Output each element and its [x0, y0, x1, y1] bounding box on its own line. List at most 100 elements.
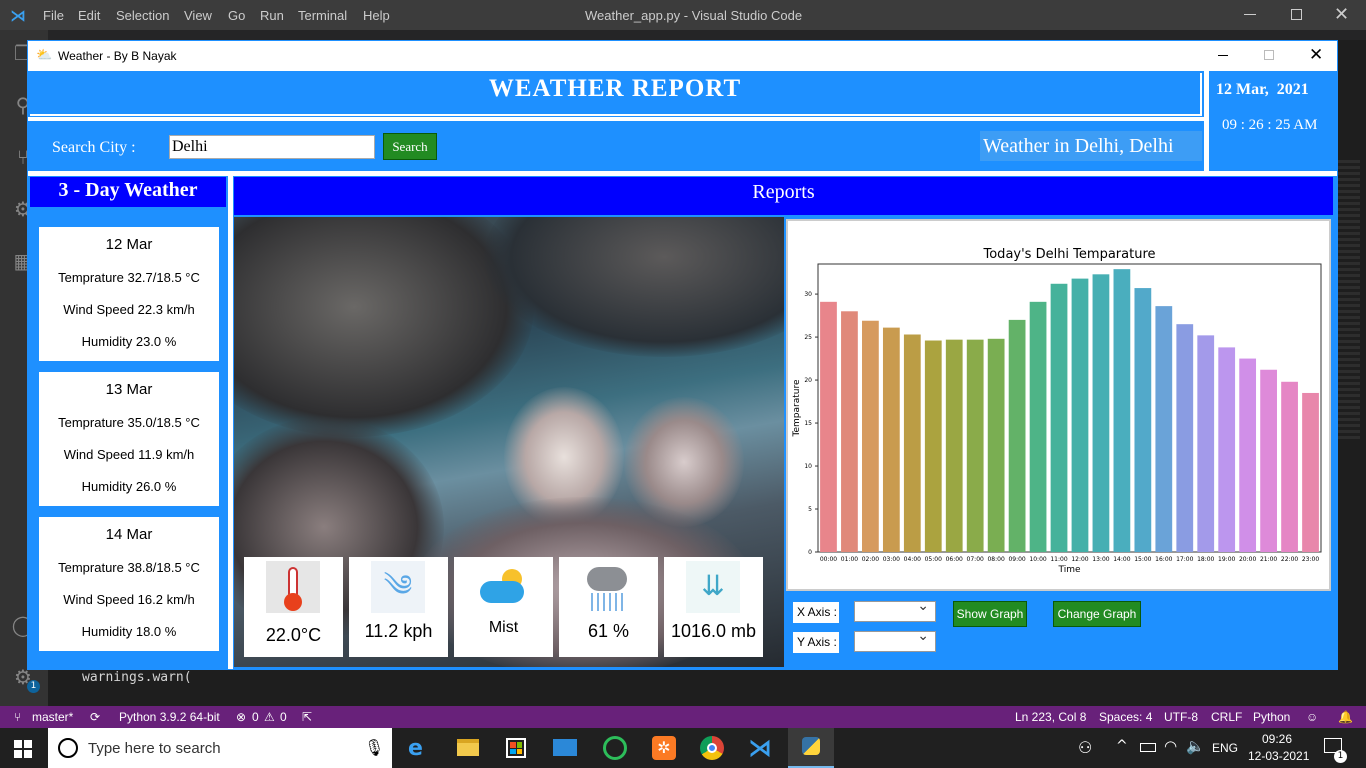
- chart-bar: [1302, 392, 1319, 552]
- search-city-label: Search City :: [52, 139, 136, 156]
- show-graph-button[interactable]: Show Graph: [953, 601, 1027, 627]
- menu-help[interactable]: Help: [363, 8, 390, 23]
- xampp-icon[interactable]: ✲: [652, 736, 676, 760]
- accounts-badge: 1: [27, 680, 40, 693]
- wind-card: ༄ 11.2 kph: [349, 557, 448, 657]
- y-tick-label: 10: [804, 463, 812, 470]
- search-button[interactable]: Search: [383, 133, 437, 160]
- forecast-temp: Temprature 35.0/18.5 °C: [58, 415, 200, 430]
- app-close-icon[interactable]: ✕: [1309, 45, 1323, 65]
- mail-icon[interactable]: [553, 739, 577, 756]
- restore-icon[interactable]: [1291, 9, 1302, 20]
- x-tick-label: 03:00: [883, 556, 900, 563]
- minimap: [1338, 160, 1360, 440]
- error-count[interactable]: 0: [252, 710, 259, 724]
- chart-bar: [1008, 319, 1026, 552]
- search-city-input[interactable]: [169, 135, 375, 159]
- line-ending[interactable]: CRLF: [1211, 710, 1242, 724]
- file-explorer-icon[interactable]: [457, 739, 479, 756]
- chart-bar: [987, 338, 1005, 552]
- chart-bar: [1218, 347, 1236, 552]
- change-graph-button[interactable]: Change Graph: [1053, 601, 1141, 627]
- windows-start-icon[interactable]: [14, 740, 32, 758]
- encoding[interactable]: UTF-8: [1164, 710, 1198, 724]
- chart-bar: [862, 320, 879, 552]
- bell-icon[interactable]: 🔔: [1338, 710, 1353, 724]
- taskbar-search-box[interactable]: Type here to search 🎙: [48, 728, 392, 768]
- warning-count[interactable]: 0: [280, 710, 287, 724]
- menu-selection[interactable]: Selection: [116, 8, 169, 23]
- windows-taskbar: Type here to search 🎙 e ✲ ⋊ ⚇ ^ ◠ 🔈 ENG …: [0, 728, 1366, 768]
- chart-bar: [1029, 301, 1047, 552]
- x-tick-label: 01:00: [841, 556, 858, 563]
- x-tick-label: 23:00: [1302, 556, 1319, 563]
- x-tick-label: 20:00: [1239, 556, 1256, 563]
- x-tick-label: 09:00: [1008, 556, 1025, 563]
- chart-bar: [966, 339, 984, 552]
- battery-icon[interactable]: [1140, 743, 1156, 752]
- warning-icon[interactable]: ⚠: [264, 710, 275, 724]
- chart-bar: [1134, 288, 1152, 552]
- vscode-taskbar-icon[interactable]: ⋊: [748, 734, 772, 762]
- y-axis-label: Y Axis :: [793, 632, 839, 653]
- language-mode[interactable]: Python: [1253, 710, 1290, 724]
- current-time: 09 : 26 : 25 AM: [1222, 117, 1318, 133]
- forecast-card: 13 Mar Temprature 35.0/18.5 °C Wind Spee…: [39, 372, 219, 506]
- x-tick-label: 00:00: [820, 556, 837, 563]
- x-tick-label: 10:00: [1029, 556, 1046, 563]
- search-row-divider: [28, 171, 1337, 176]
- edge-icon[interactable]: e: [408, 736, 423, 761]
- language-indicator[interactable]: ENG: [1212, 741, 1238, 755]
- microphone-icon[interactable]: 🎙: [364, 738, 384, 757]
- menu-edit[interactable]: Edit: [78, 8, 100, 23]
- x-axis-dropdown[interactable]: [854, 598, 936, 622]
- notification-count: 1: [1334, 750, 1347, 763]
- menu-view[interactable]: View: [184, 8, 212, 23]
- y-tick-label: 5: [808, 506, 812, 513]
- app-minimize-icon[interactable]: [1218, 55, 1228, 56]
- clock-time[interactable]: 09:26: [1262, 732, 1292, 746]
- close-icon[interactable]: ✕: [1334, 4, 1349, 25]
- chart-bar: [1260, 369, 1277, 552]
- condition-card: Mist: [454, 557, 553, 657]
- live-share-icon[interactable]: ⇱: [302, 710, 312, 724]
- clock-date[interactable]: 12-03-2021: [1248, 749, 1309, 763]
- x-tick-label: 18:00: [1197, 556, 1214, 563]
- git-branch[interactable]: master*: [32, 710, 73, 724]
- sync-icon[interactable]: ⟳: [90, 710, 100, 724]
- indentation[interactable]: Spaces: 4: [1099, 710, 1152, 724]
- x-tick-label: 08:00: [987, 556, 1004, 563]
- y-axis-title: Temparature: [792, 379, 802, 437]
- store-icon[interactable]: [506, 738, 526, 758]
- humidity-value: 61 %: [587, 621, 630, 641]
- tray-chevron-icon[interactable]: ^: [1116, 738, 1128, 754]
- wind-value: 11.2 kph: [364, 621, 433, 641]
- x-tick-label: 11:00: [1050, 556, 1067, 563]
- python-taskbar-icon[interactable]: [788, 728, 834, 768]
- cursor-position[interactable]: Ln 223, Col 8: [1015, 710, 1086, 724]
- vscode-titlebar: ⋊ File Edit Selection View Go Run Termin…: [0, 0, 1366, 30]
- x-tick-label: 21:00: [1260, 556, 1277, 563]
- error-icon[interactable]: ⊗: [236, 710, 246, 724]
- python-interpreter[interactable]: Python 3.9.2 64-bit: [119, 710, 220, 724]
- menu-run[interactable]: Run: [260, 8, 284, 23]
- wifi-icon[interactable]: ◠: [1164, 737, 1177, 755]
- menu-terminal[interactable]: Terminal: [298, 8, 347, 23]
- volume-icon[interactable]: 🔈: [1186, 737, 1205, 755]
- vscode-statusbar: ⑂ master* ⟳ Python 3.9.2 64-bit ⊗ 0 ⚠ 0 …: [0, 706, 1366, 728]
- editor-code-line: warnings.warn(: [82, 670, 192, 685]
- forecast-card: 12 Mar Temprature 32.7/18.5 °C Wind Spee…: [39, 227, 219, 361]
- git-branch-icon[interactable]: ⑂: [14, 710, 21, 724]
- minimize-icon[interactable]: [1244, 14, 1256, 15]
- x-axis-label: X Axis :: [793, 602, 839, 623]
- app-maximize-icon[interactable]: [1264, 50, 1274, 60]
- app-titlebar: ⛅ Weather - By B Nayak ✕: [28, 41, 1337, 71]
- app-body: WEATHER REPORT 12 Mar, 2021 09 : 26 : 25…: [28, 71, 1337, 669]
- ring-app-icon[interactable]: [603, 736, 627, 760]
- feedback-icon[interactable]: ☺: [1306, 710, 1318, 724]
- chrome-icon[interactable]: [700, 736, 724, 760]
- menu-go[interactable]: Go: [228, 8, 245, 23]
- y-axis-dropdown[interactable]: [854, 628, 936, 652]
- menu-file[interactable]: File: [43, 8, 64, 23]
- people-icon[interactable]: ⚇: [1078, 738, 1092, 757]
